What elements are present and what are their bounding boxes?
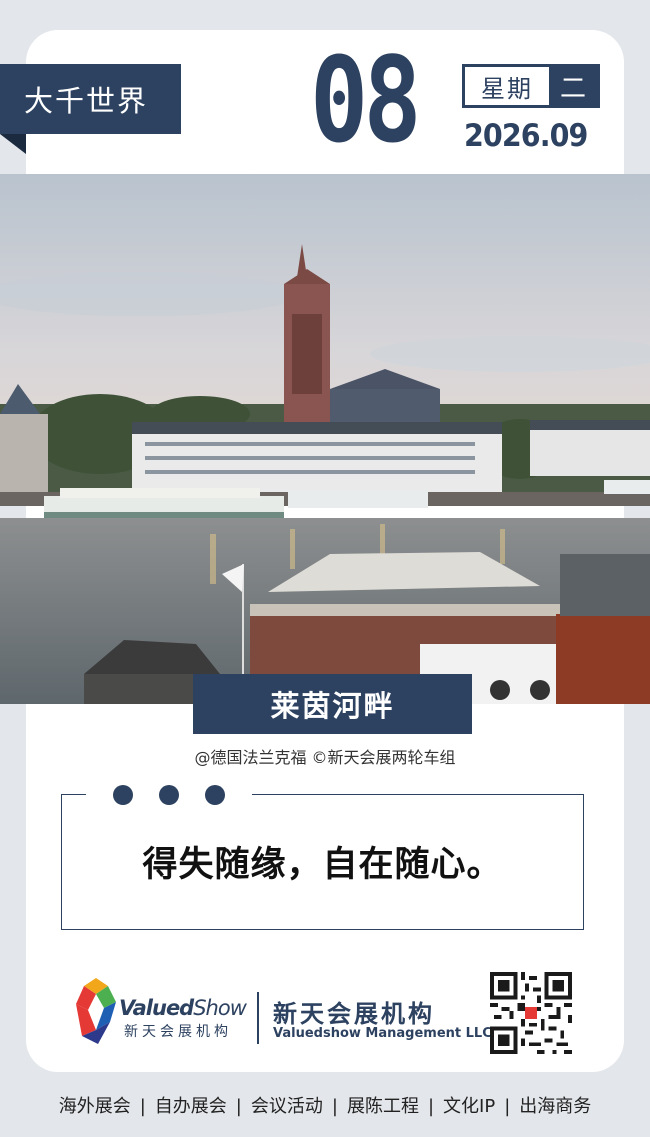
footer-item-global-business[interactable]: 出海商务 [519, 1096, 591, 1117]
year-month: 2026.09 [464, 118, 588, 154]
footer-separator: | [235, 1096, 242, 1117]
footer-separator: | [139, 1096, 146, 1117]
valuedshow-logo-icon [76, 978, 116, 1044]
weekday-box: 星期 二 [462, 64, 600, 108]
river-photo [0, 174, 650, 704]
category-tag: 大千世界 [0, 64, 181, 134]
brand-divider [257, 992, 259, 1044]
footer-item-overseas-exhibitions[interactable]: 海外展会 [59, 1096, 131, 1117]
footer-item-culture-ip[interactable]: 文化IP [443, 1096, 495, 1117]
brand-en-bold: Valued [119, 996, 194, 1020]
weekday-value: 二 [549, 67, 597, 105]
organization-name-en: Valuedshow Management LLC. [273, 1026, 497, 1041]
footer-separator: | [504, 1096, 511, 1117]
footer-item-conferences[interactable]: 会议活动 [251, 1096, 323, 1117]
organization-name-cn: 新天会展机构 [273, 1000, 435, 1028]
footer-item-own-exhibitions[interactable]: 自办展会 [155, 1096, 227, 1117]
photo-illustration [0, 174, 650, 704]
footer-separator: | [427, 1096, 435, 1117]
photo-credit: @德国法兰克福 ©新天会展两轮车组 [194, 748, 456, 767]
dot-decoration [113, 785, 133, 805]
footer-item-exhibit-engineering[interactable]: 展陈工程 [347, 1096, 419, 1117]
day-number: 08 [310, 31, 422, 169]
weekday-label: 星期 [481, 74, 533, 103]
quote-dots [86, 784, 252, 806]
brand-name-cn: 新天会展机构 [124, 1024, 232, 1040]
brand-en-light: Show [193, 996, 247, 1020]
dot-decoration [205, 785, 225, 805]
photo-caption: 莱茵河畔 [193, 674, 472, 734]
qr-code-icon[interactable] [490, 972, 572, 1054]
footer-nav: 海外展会 | 自办展会 | 会议活动 | 展陈工程 | 文化IP | 出海商务 [0, 1092, 650, 1118]
footer-separator: | [331, 1096, 338, 1117]
dot-decoration [159, 785, 179, 805]
tag-fold-decoration [0, 134, 26, 154]
brand-name-en: ValuedShow [119, 996, 247, 1020]
daily-quote: 得失随缘，自在随心。 [142, 845, 503, 885]
